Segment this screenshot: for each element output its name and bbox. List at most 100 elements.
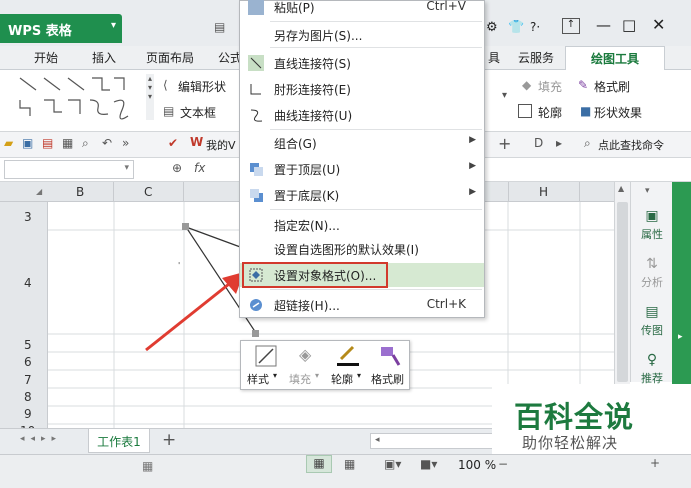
menu-item-curve-connector[interactable]: 曲线连接符(U): [240, 103, 484, 127]
doc-tab[interactable]: 我的V: [206, 137, 236, 153]
maximize-button[interactable]: □: [622, 16, 636, 34]
zoom-icon[interactable]: ⊕: [172, 161, 182, 175]
wps-icon: W: [190, 135, 204, 149]
menu-item-assign-macro[interactable]: 指定宏(N)...: [240, 213, 484, 237]
edit-shape-button[interactable]: 编辑形状: [178, 78, 226, 95]
elbow-connector-icon: [250, 84, 261, 95]
format-brush-icon: [381, 347, 401, 366]
pass-image-button[interactable]: 传图: [631, 322, 673, 338]
fill-button[interactable]: 填充: [538, 78, 562, 95]
menu-item-straight-connector[interactable]: 直线连接符(S): [240, 51, 484, 75]
sheet-tab[interactable]: 工作表1: [88, 429, 150, 453]
shape-effect-icon: ■: [580, 104, 592, 118]
zoom-out-icon[interactable]: −: [498, 457, 508, 471]
shape-effect-button[interactable]: 形状效果: [594, 104, 642, 121]
collapse-icon[interactable]: ▾: [645, 186, 650, 196]
column-b[interactable]: B: [48, 182, 114, 202]
column-c[interactable]: C: [114, 182, 184, 202]
tab-layout[interactable]: 页面布局: [146, 49, 194, 66]
row-8[interactable]: 8: [24, 390, 32, 404]
row-7[interactable]: 7: [24, 373, 32, 387]
close-button[interactable]: ✕: [652, 15, 665, 34]
chevron-down-icon: ▾: [110, 20, 116, 31]
row-3[interactable]: 3: [24, 210, 32, 224]
folder-icon[interactable]: ▰: [4, 136, 13, 150]
tab-cloud[interactable]: 云服务: [518, 49, 554, 66]
shirt-icon[interactable]: 👕: [508, 20, 524, 35]
tag-icon[interactable]: ▸: [556, 136, 562, 150]
select-all[interactable]: ◢: [36, 187, 42, 196]
fill-icon: ◆: [522, 78, 532, 92]
mini-outline-button[interactable]: 轮廓 ▾: [329, 341, 367, 391]
scroll-left-icon[interactable]: ◂: [375, 435, 380, 445]
straight-connector-icon: [248, 55, 264, 71]
gallery-scroll[interactable]: ▴ ▾ ▾: [146, 74, 154, 120]
mini-fill-button[interactable]: ◈ 填充 ▾: [287, 341, 325, 391]
page-view-icon[interactable]: ▦: [344, 457, 355, 471]
reading-view-icon[interactable]: ■▾: [420, 457, 437, 471]
row-9[interactable]: 9: [24, 407, 32, 421]
command-search[interactable]: 点此查找命令: [598, 137, 664, 153]
analysis-button[interactable]: 分析: [631, 274, 673, 290]
layout-view-icon[interactable]: ▣▾: [384, 457, 401, 471]
cloud-icon[interactable]: D: [534, 136, 543, 150]
mini-brush-button[interactable]: 格式刷: [371, 341, 409, 391]
mini-style-button[interactable]: 样式 ▾: [247, 341, 283, 391]
tab-start[interactable]: 开始: [34, 49, 58, 66]
app-menu-button[interactable]: WPS 表格 ▾: [0, 14, 122, 43]
app-title: WPS 表格: [8, 24, 72, 39]
image-icon: ▤: [645, 304, 659, 320]
tab-draw-tools[interactable]: 绘图工具: [565, 46, 665, 70]
side-panel-strip[interactable]: ▸: [672, 182, 691, 392]
menu-item-set-default[interactable]: 设置自选图形的默认效果(I): [240, 237, 484, 261]
menu-item-elbow-connector[interactable]: 肘形连接符(E): [240, 77, 484, 101]
pdf-icon[interactable]: ▤: [42, 136, 53, 150]
expand-icon[interactable]: ▸: [678, 332, 683, 342]
tab-tools[interactable]: 具: [488, 49, 500, 66]
menu-item-group[interactable]: 组合(G) ▶: [240, 131, 484, 155]
menu-item-bring-to-top[interactable]: 置于顶层(U) ▶: [240, 157, 484, 181]
doc-icon: ▤: [214, 20, 226, 34]
search-icon: ⌕: [584, 136, 591, 150]
undo-icon[interactable]: ↶: [102, 136, 112, 150]
print-icon[interactable]: ▦: [62, 136, 73, 150]
menu-item-send-to-bottom[interactable]: 置于底层(K) ▶: [240, 183, 484, 207]
restore-icon[interactable]: ↑: [562, 18, 580, 34]
menu-item-save-as-image[interactable]: 另存为图片(S)...: [240, 23, 484, 47]
scroll-thumb[interactable]: [617, 202, 628, 382]
add-sheet-button[interactable]: +: [162, 430, 176, 450]
gallery-arrow[interactable]: ▾: [502, 90, 507, 101]
format-brush-button[interactable]: 格式刷: [594, 78, 630, 95]
fx-button[interactable]: fx: [194, 161, 205, 175]
textbox-button[interactable]: 文本框: [180, 104, 216, 121]
zoom-in-icon[interactable]: +: [650, 456, 660, 470]
skin-icon[interactable]: ⚙: [486, 20, 498, 35]
row-6[interactable]: 6: [24, 355, 32, 369]
more-icon[interactable]: »: [122, 136, 129, 150]
side-panel: ▾ ▣ 属性 ⇅ 分析 ▤ 传图 ♀ 推荐: [630, 182, 673, 385]
menu-item-hyperlink[interactable]: 超链接(H)... Ctrl+K: [240, 293, 484, 317]
scroll-up-icon[interactable]: ▲: [618, 184, 624, 193]
zoom-level[interactable]: 100 %: [458, 458, 496, 472]
minimize-button[interactable]: —: [596, 16, 611, 34]
outline-icon: [518, 104, 532, 118]
mini-toolbar: 样式 ▾ ◈ 填充 ▾ 轮廓 ▾ 格式刷: [240, 340, 410, 390]
normal-view-icon[interactable]: ▦: [306, 455, 332, 473]
menu-item-paste[interactable]: 粘贴(P) Ctrl+V: [240, 0, 484, 19]
props-button[interactable]: 属性: [631, 226, 673, 242]
analysis-icon: ⇅: [646, 256, 658, 272]
outline-button[interactable]: 轮廓: [538, 104, 562, 121]
row-4[interactable]: 4: [24, 276, 32, 290]
row-5[interactable]: 5: [24, 338, 32, 352]
column-h[interactable]: H: [508, 182, 580, 202]
add-tab-icon[interactable]: +: [498, 134, 511, 153]
line-shapes-gallery[interactable]: [14, 74, 138, 120]
brush-icon[interactable]: ✔: [168, 136, 178, 150]
preview-icon[interactable]: ⌕: [82, 136, 89, 151]
help-button[interactable]: ?·: [530, 20, 540, 34]
sheet-nav-icon[interactable]: ◂◂▸▸: [20, 434, 62, 444]
horizontal-scrollbar[interactable]: ◂: [370, 433, 498, 449]
tab-insert[interactable]: 插入: [92, 49, 116, 66]
save-icon[interactable]: ▣: [22, 136, 33, 150]
name-box[interactable]: ▾: [4, 160, 134, 179]
